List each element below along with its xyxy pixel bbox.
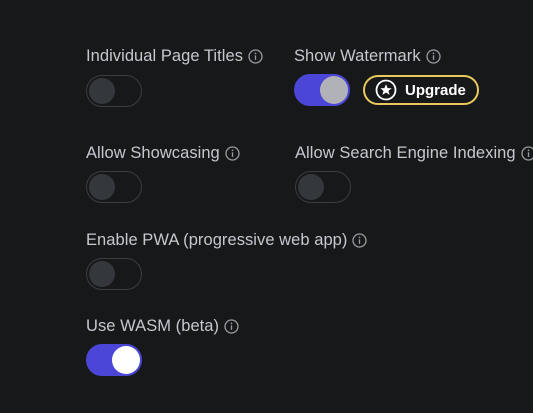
upgrade-button[interactable]: Upgrade xyxy=(363,75,479,105)
setting-pwa: Enable PWA (progressive web app) xyxy=(86,230,368,290)
wasm-toggle[interactable] xyxy=(86,344,142,376)
toggle-knob xyxy=(89,78,115,104)
setting-page-titles: Individual Page Titles xyxy=(86,46,263,107)
setting-showcasing: Allow Showcasing xyxy=(86,143,240,203)
info-icon[interactable] xyxy=(352,232,368,248)
toggle-knob xyxy=(320,76,348,104)
upgrade-label: Upgrade xyxy=(405,81,466,99)
toggle-knob xyxy=(89,261,115,287)
info-icon[interactable] xyxy=(520,145,533,161)
setting-wasm: Use WASM (beta) xyxy=(86,316,239,376)
info-icon[interactable] xyxy=(225,145,240,161)
star-badge-icon xyxy=(375,79,397,101)
pwa-label: Enable PWA (progressive web app) xyxy=(86,230,348,249)
toggle-knob xyxy=(89,174,115,200)
showcasing-label: Allow Showcasing xyxy=(86,143,220,162)
settings-panel: Individual Page Titles Show Watermark Up… xyxy=(0,0,533,413)
watermark-label: Show Watermark xyxy=(294,46,421,65)
setting-watermark: Show Watermark Upgrade xyxy=(294,46,479,106)
toggle-knob xyxy=(298,174,324,200)
search-indexing-toggle[interactable] xyxy=(295,171,351,203)
toggle-knob xyxy=(112,346,140,374)
showcasing-toggle[interactable] xyxy=(86,171,142,203)
info-icon[interactable] xyxy=(224,318,239,334)
info-icon[interactable] xyxy=(425,48,441,64)
info-icon[interactable] xyxy=(248,48,263,64)
wasm-label: Use WASM (beta) xyxy=(86,316,220,335)
setting-search-indexing: Allow Search Engine Indexing xyxy=(295,143,533,203)
page-titles-label: Individual Page Titles xyxy=(86,46,244,65)
pwa-toggle[interactable] xyxy=(86,258,142,290)
watermark-toggle[interactable] xyxy=(294,74,350,106)
page-titles-toggle[interactable] xyxy=(86,75,142,107)
search-indexing-label: Allow Search Engine Indexing xyxy=(295,143,516,162)
